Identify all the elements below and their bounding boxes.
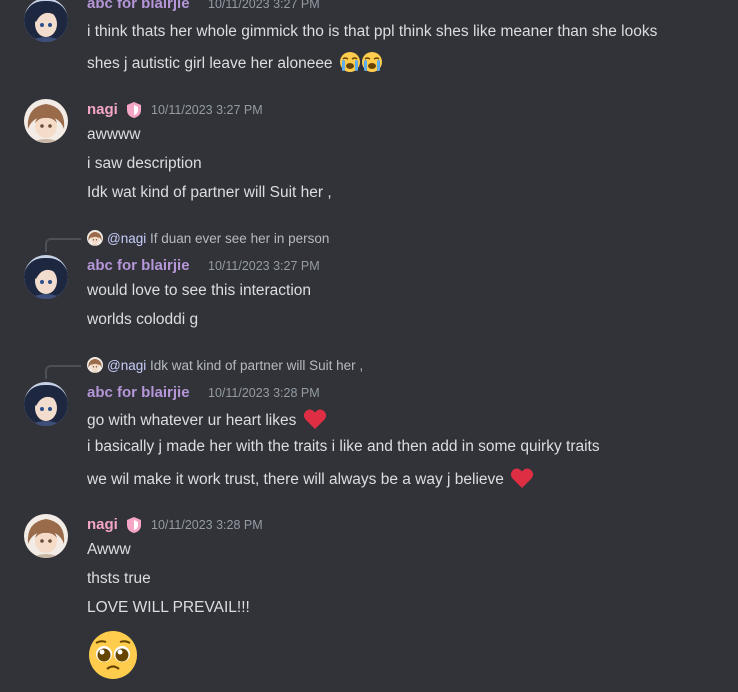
red-heart-icon [510,467,534,495]
message-text: i saw description [87,155,202,172]
reply-preview[interactable]: @nagi If duan ever see her in person [87,230,329,248]
avatar-abc-for-blairjie[interactable] [24,0,68,42]
pleading-face-icon [87,629,139,686]
avatar-nagi-mini [87,357,103,373]
message-text: shes j autistic girl leave her aloneee [87,51,383,79]
message-text: Idk wat kind of partner will Suit her , [87,184,332,201]
reply-mention[interactable]: @nagi [107,358,146,373]
message-timestamp: 10/11/2023 3:28 PM [208,386,320,400]
message-text: i basically j made her with the traits i… [87,438,600,455]
username-abc-for-blairjie[interactable]: abc for blairjie [87,257,190,274]
message-text: awwww [87,126,141,143]
avatar-nagi[interactable] [24,514,68,558]
message-timestamp: 10/11/2023 3:27 PM [208,259,320,273]
reply-connector [45,365,81,379]
message-timestamp: 10/11/2023 3:27 PM [151,103,263,117]
reply-text: Idk wat kind of partner will Suit her , [150,358,364,373]
message-text: Awww [87,541,131,558]
message-text: go with whatever ur heart likes [87,408,327,436]
avatar-nagi-mini [87,230,103,246]
username-abc-for-blairjie[interactable]: abc for blairjie [87,384,190,401]
username-nagi[interactable]: nagi [87,101,118,118]
message-timestamp: 10/11/2023 3:28 PM [151,518,263,532]
shield-role-icon[interactable] [126,101,142,119]
message-text: we wil make it work trust, there will al… [87,467,534,495]
red-heart-icon [303,408,327,436]
reply-connector [45,238,81,252]
username-nagi[interactable]: nagi [87,516,118,533]
message-timestamp: 10/11/2023 3:27 PM [208,0,320,11]
loudly-crying-face-icon [361,51,383,79]
shield-role-icon[interactable] [126,516,142,534]
message-text: worlds coloddi g [87,311,199,328]
reply-preview[interactable]: @nagi Idk wat kind of partner will Suit … [87,357,363,375]
message-text: i think thats her whole gimmick tho is t… [87,23,658,40]
message-text: would love to see this interaction [87,282,312,299]
reply-text: If duan ever see her in person [150,231,330,246]
avatar-abc-for-blairjie[interactable] [24,255,68,299]
reply-mention[interactable]: @nagi [107,231,146,246]
username-abc-for-blairjie[interactable]: abc for blairjie [87,0,190,12]
message-text: LOVE WILL PREVAIL!!! [87,599,250,616]
avatar-nagi[interactable] [24,99,68,143]
message-text: thsts true [87,570,151,587]
loudly-crying-face-icon [339,51,361,79]
avatar-abc-for-blairjie[interactable] [24,382,68,426]
